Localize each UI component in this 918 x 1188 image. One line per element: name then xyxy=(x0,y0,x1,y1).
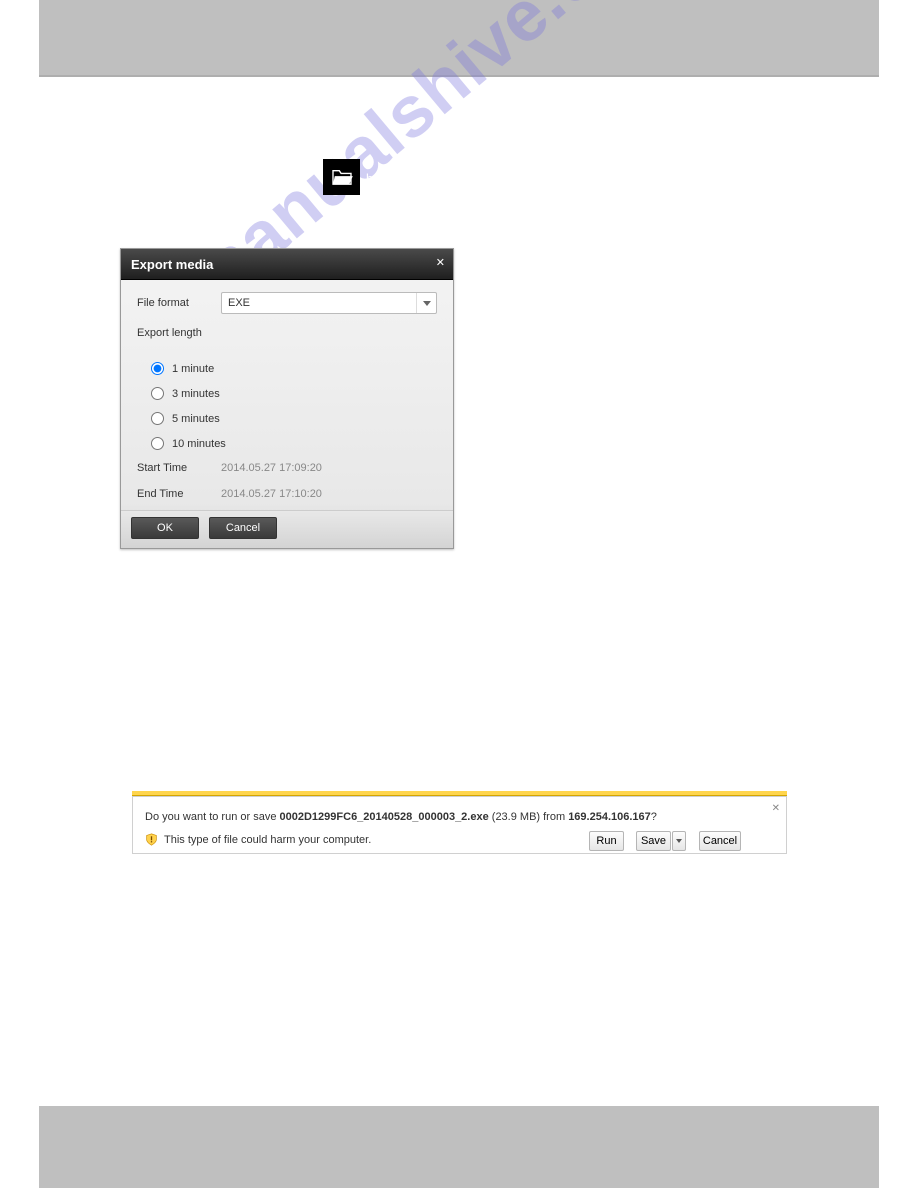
ie-warning-text: This type of file could harm your comput… xyxy=(164,834,371,846)
close-icon[interactable]: ✕ xyxy=(772,803,780,814)
page-footer-bar xyxy=(39,1106,879,1188)
cancel-button[interactable]: Cancel xyxy=(699,831,741,851)
radio-label-1min: 1 minute xyxy=(172,363,214,375)
dialog-title: Export media xyxy=(131,257,213,272)
ie-q-prefix: Do you want to run or save xyxy=(145,811,280,823)
intro-text-after: button to export recorded video or a sna… xyxy=(366,170,671,188)
ie-download-question: Do you want to run or save 0002D1299FC6_… xyxy=(145,811,657,823)
radio-10-minutes[interactable]: 10 minutes xyxy=(151,437,437,450)
run-button[interactable]: Run xyxy=(589,831,624,851)
start-time-label: Start Time xyxy=(137,462,221,474)
ie-q-suffix: ? xyxy=(651,811,657,823)
start-time-value: 2014.05.27 17:09:20 xyxy=(221,462,322,474)
page-header-bar xyxy=(39,0,879,77)
ie-q-size: (23.9 MB) from xyxy=(489,811,568,823)
shield-warning-icon xyxy=(145,833,158,846)
radio-label-5min: 5 minutes xyxy=(172,413,220,425)
intro-text-before: Click the xyxy=(120,170,170,188)
export-media-dialog: Export media ✕ File format EXE Export le… xyxy=(120,248,454,549)
ie-q-host: 169.254.106.167 xyxy=(568,811,651,823)
dialog-footer: OK Cancel xyxy=(121,510,453,548)
save-dropdown-button[interactable] xyxy=(672,831,686,851)
save-button[interactable]: Save xyxy=(636,831,671,851)
export-length-label: Export length xyxy=(137,327,221,339)
export-length-row: Export length xyxy=(137,322,437,344)
ok-button[interactable]: OK xyxy=(131,517,199,539)
radio-5-minutes[interactable]: 5 minutes xyxy=(151,412,437,425)
radio-input-3min[interactable] xyxy=(151,387,164,400)
radio-input-5min[interactable] xyxy=(151,412,164,425)
ie-q-filename: 0002D1299FC6_20140528_000003_2.exe xyxy=(280,811,489,823)
radio-label-3min: 3 minutes xyxy=(172,388,220,400)
radio-label-10min: 10 minutes xyxy=(172,438,226,450)
end-time-row: End Time 2014.05.27 17:10:20 xyxy=(137,488,437,500)
export-length-options: 1 minute 3 minutes 5 minutes 10 minutes xyxy=(151,362,437,450)
radio-1-minute[interactable]: 1 minute xyxy=(151,362,437,375)
start-time-row: Start Time 2014.05.27 17:09:20 xyxy=(137,462,437,474)
folder-open-icon xyxy=(331,168,353,186)
file-format-label: File format xyxy=(137,297,221,309)
chevron-down-icon xyxy=(416,293,436,313)
file-format-value: EXE xyxy=(228,297,250,309)
end-time-value: 2014.05.27 17:10:20 xyxy=(221,488,322,500)
ie-warning-row: This type of file could harm your comput… xyxy=(145,833,371,846)
file-format-row: File format EXE xyxy=(137,292,437,314)
radio-3-minutes[interactable]: 3 minutes xyxy=(151,387,437,400)
file-format-select[interactable]: EXE xyxy=(221,292,437,314)
section-heading: Exporting Recorded Video xyxy=(120,120,283,135)
radio-input-1min[interactable] xyxy=(151,362,164,375)
end-time-label: End Time xyxy=(137,488,221,500)
dialog-titlebar: Export media ✕ xyxy=(121,249,453,280)
radio-input-10min[interactable] xyxy=(151,437,164,450)
ie-download-bar: ✕ Do you want to run or save 0002D1299FC… xyxy=(132,796,787,854)
dialog-body: File format EXE Export length 1 minute 3… xyxy=(121,280,453,510)
chevron-down-icon xyxy=(676,839,682,843)
cancel-button[interactable]: Cancel xyxy=(209,517,277,539)
export-folder-icon xyxy=(323,159,360,195)
close-icon[interactable]: ✕ xyxy=(436,256,445,269)
